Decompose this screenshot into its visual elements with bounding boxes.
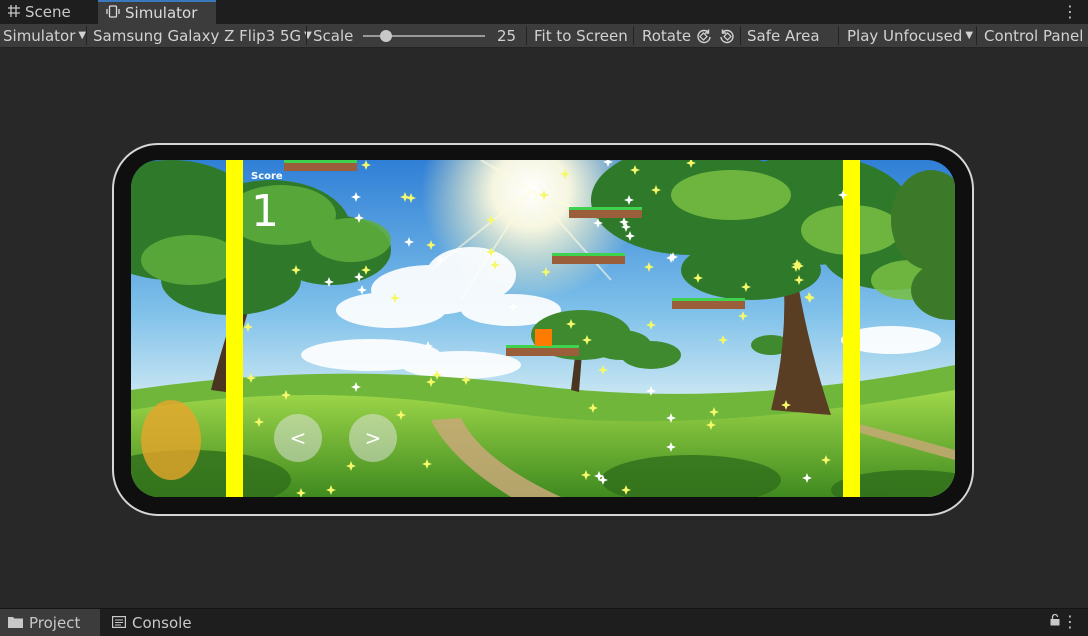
- control-panel-button[interactable]: Control Panel: [984, 24, 1083, 47]
- rotate-label: Rotate: [642, 26, 692, 45]
- tab-console-label: Console: [132, 613, 192, 632]
- device-dropdown-label: Samsung Galaxy Z Flip3 5G: [93, 26, 302, 45]
- fit-to-screen-button[interactable]: Fit to Screen: [534, 24, 628, 47]
- rotate-right-icon[interactable]: [719, 24, 735, 47]
- folder-icon: [8, 614, 23, 632]
- platform: [552, 253, 625, 264]
- tab-simulator-label: Simulator: [125, 4, 198, 22]
- toolbar-divider: [740, 26, 741, 45]
- platform: [506, 345, 579, 356]
- grid-icon: [8, 3, 20, 21]
- simulator-dropdown[interactable]: Simulator ▼: [3, 24, 86, 47]
- panel-menu-icon[interactable]: ⋮: [1062, 612, 1078, 631]
- play-mode-dropdown-label: Play Unfocused: [847, 26, 963, 45]
- platform: [672, 298, 745, 309]
- toolbar-divider: [976, 26, 977, 45]
- console-icon: [112, 614, 127, 632]
- lock-icon[interactable]: [1050, 613, 1060, 630]
- platform: [569, 207, 642, 218]
- move-right-button[interactable]: >: [349, 414, 397, 462]
- tab-project-label: Project: [29, 613, 81, 632]
- toolbar-divider: [86, 26, 87, 45]
- score-value: 1: [251, 186, 279, 237]
- toolbar-divider: [838, 26, 839, 45]
- simulator-dropdown-label: Simulator: [3, 26, 76, 45]
- chevron-down-icon: ▼: [78, 30, 87, 41]
- device-dropdown[interactable]: Samsung Galaxy Z Flip3 5G ▼: [93, 24, 312, 47]
- game-screen[interactable]: Score 1 < >: [131, 160, 955, 497]
- toolbar-divider: [526, 26, 527, 45]
- left-wall: [226, 160, 243, 497]
- tab-simulator[interactable]: Simulator: [98, 0, 216, 24]
- safe-area-toggle[interactable]: Safe Area: [747, 24, 820, 47]
- chevron-down-icon: ▼: [965, 30, 974, 41]
- toolbar-divider: [306, 26, 307, 45]
- toolbar-divider: [633, 26, 634, 45]
- tab-scene-label: Scene: [25, 3, 71, 21]
- tab-scene[interactable]: Scene: [0, 0, 92, 24]
- play-mode-dropdown[interactable]: Play Unfocused ▼: [847, 24, 973, 47]
- player-character: [535, 329, 552, 346]
- right-wall: [843, 160, 860, 497]
- scale-value: 25: [497, 26, 517, 45]
- rotate-left-icon[interactable]: [696, 24, 712, 47]
- editor-tab-strip: Scene Simulator ⋮: [0, 0, 1088, 24]
- tab-console[interactable]: Console: [104, 609, 204, 636]
- scale-slider-thumb[interactable]: [380, 30, 392, 42]
- scale-label: Scale: [313, 26, 354, 45]
- platform: [284, 160, 357, 171]
- device-icon: [106, 4, 120, 22]
- score-label: Score: [251, 171, 283, 182]
- move-left-button[interactable]: <: [274, 414, 322, 462]
- tab-project[interactable]: Project: [0, 609, 100, 636]
- simulator-toolbar: Simulator ▼ Samsung Galaxy Z Flip3 5G ▼ …: [0, 24, 1088, 48]
- bottom-tab-strip: Project Console ⋮: [0, 608, 1088, 636]
- window-menu-icon[interactable]: ⋮: [1062, 2, 1078, 21]
